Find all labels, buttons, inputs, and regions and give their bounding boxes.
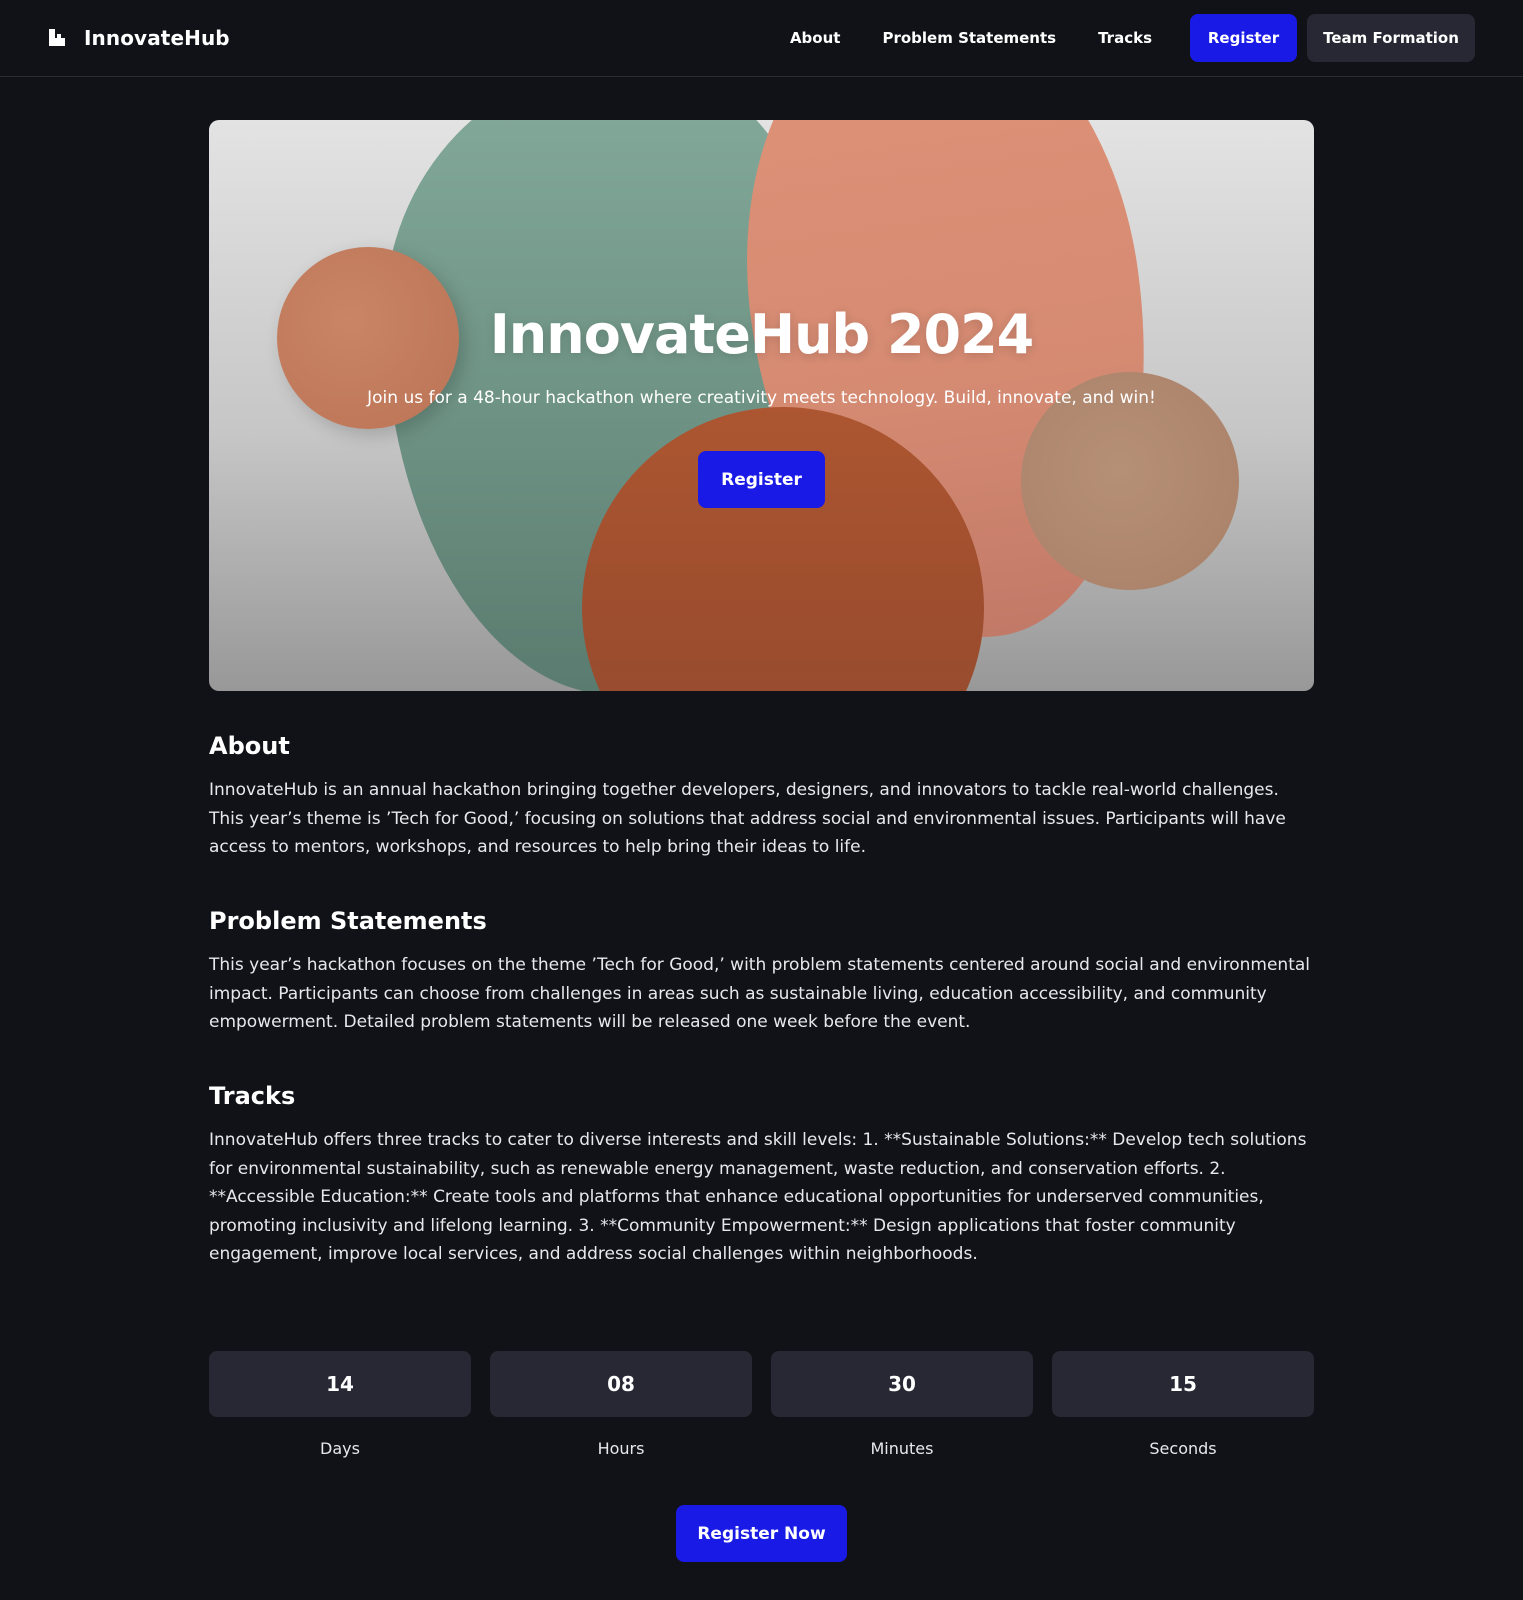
countdown-days-label: Days: [320, 1439, 360, 1458]
countdown-hours-value: 08: [490, 1351, 752, 1417]
team-formation-button[interactable]: Team Formation: [1307, 14, 1475, 62]
brand-name: InnovateHub: [84, 26, 230, 50]
nav-link-about[interactable]: About: [769, 14, 862, 62]
tracks-section: Tracks InnovateHub offers three tracks t…: [209, 1082, 1314, 1269]
countdown-seconds-value: 15: [1052, 1351, 1314, 1417]
top-navbar: InnovateHub About Problem Statements Tra…: [0, 0, 1523, 77]
countdown-days: 14 Days: [209, 1351, 471, 1458]
hero-title: InnovateHub 2024: [489, 303, 1035, 366]
problem-statements-section: Problem Statements This year’s hackathon…: [209, 907, 1314, 1037]
tracks-text: InnovateHub offers three tracks to cater…: [209, 1130, 1307, 1264]
nav-register-button[interactable]: Register: [1190, 14, 1297, 62]
countdown-days-value: 14: [209, 1351, 471, 1417]
countdown-minutes-label: Minutes: [870, 1439, 934, 1458]
countdown-hours: 08 Hours: [490, 1351, 752, 1458]
countdown-minutes: 30 Minutes: [771, 1351, 1033, 1458]
logo-icon: [48, 29, 66, 47]
countdown-timer: 14 Days 08 Hours 30 Minutes 15 Seconds: [209, 1351, 1314, 1458]
nav-link-tracks[interactable]: Tracks: [1077, 14, 1173, 62]
about-text: InnovateHub is an annual hackathon bring…: [209, 780, 1286, 857]
hero-subtitle: Join us for a 48-hour hackathon where cr…: [367, 388, 1156, 408]
problem-statements-heading: Problem Statements: [209, 907, 487, 935]
problem-statements-text: This year’s hackathon focuses on the the…: [209, 955, 1310, 1032]
about-heading: About: [209, 732, 290, 760]
hero-banner: InnovateHub 2024 Join us for a 48-hour h…: [209, 120, 1314, 691]
countdown-hours-label: Hours: [597, 1439, 645, 1458]
brand[interactable]: InnovateHub: [48, 24, 230, 52]
nav-links: About Problem Statements Tracks Register…: [769, 14, 1475, 62]
countdown-seconds-label: Seconds: [1149, 1439, 1217, 1458]
tracks-heading: Tracks: [209, 1082, 296, 1110]
hero-register-button[interactable]: Register: [698, 451, 825, 508]
register-now-button[interactable]: Register Now: [676, 1505, 847, 1562]
countdown-seconds: 15 Seconds: [1052, 1351, 1314, 1458]
countdown-minutes-value: 30: [771, 1351, 1033, 1417]
nav-link-problem-statements[interactable]: Problem Statements: [861, 14, 1077, 62]
about-section: About InnovateHub is an annual hackathon…: [209, 732, 1314, 862]
